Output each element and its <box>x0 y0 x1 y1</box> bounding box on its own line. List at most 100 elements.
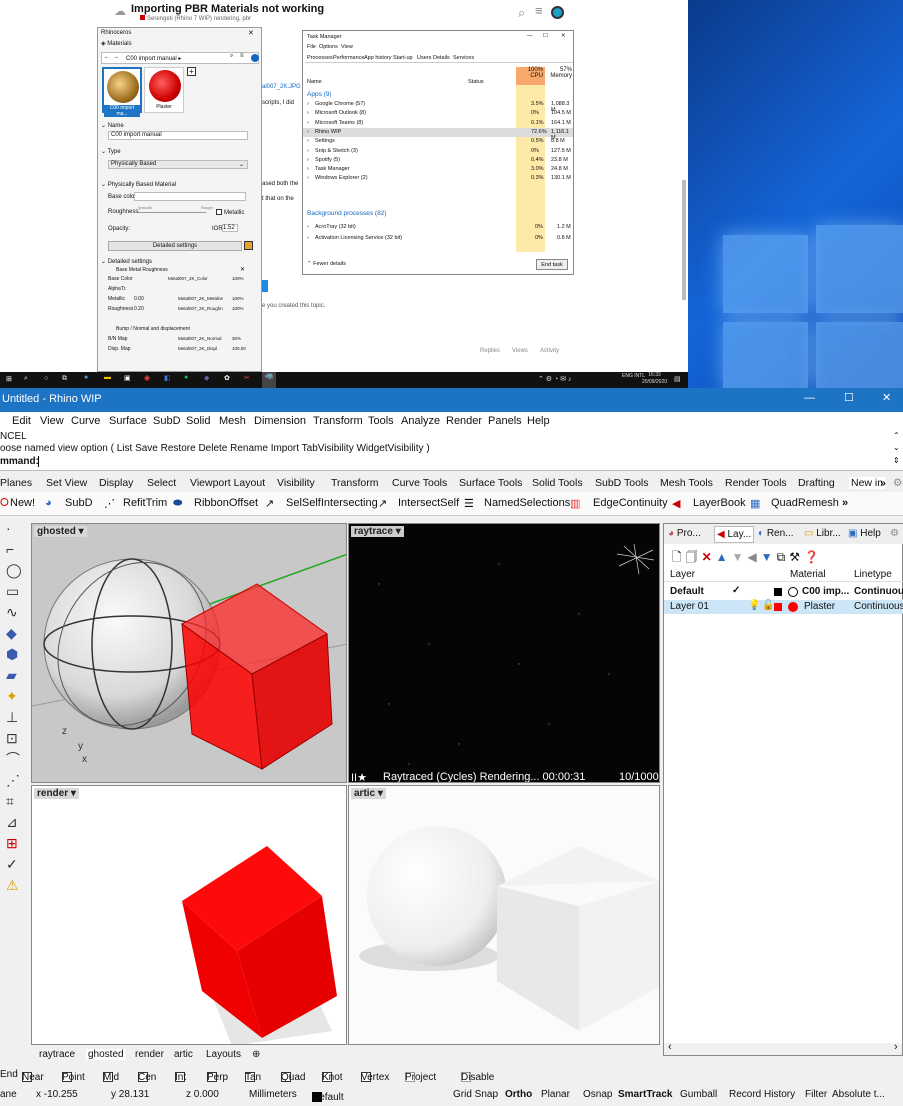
delete-layer-icon[interactable]: ✕ <box>702 550 716 564</box>
start-icon[interactable]: ⊞ <box>6 375 12 383</box>
polyline-icon[interactable]: ⌐ <box>6 539 31 560</box>
tool-namedselections[interactable]: NamedSelections <box>484 497 570 509</box>
menu-view[interactable]: View <box>40 415 64 427</box>
tab-mesh-tools[interactable]: Mesh Tools <box>660 477 713 489</box>
menu-icon[interactable]: ≡ <box>240 53 244 59</box>
page-scrollbar[interactable] <box>682 180 686 300</box>
viewport-artic[interactable]: artic ▾ <box>348 785 660 1045</box>
material-name-field[interactable]: C00 import manual <box>108 131 248 140</box>
tab-solid-tools[interactable]: Solid Tools <box>532 477 583 489</box>
move-parent-icon[interactable]: ◀ <box>748 550 761 564</box>
toggle-osnap[interactable]: Osnap <box>583 1089 612 1100</box>
lock-icon[interactable]: 🔓 <box>762 600 774 611</box>
surface-icon[interactable]: ◆ <box>6 623 31 644</box>
tab-visibility[interactable]: Visibility <box>277 477 315 489</box>
col-status[interactable]: Status <box>468 79 484 85</box>
viewport-label-artic[interactable]: artic ▾ <box>351 788 386 799</box>
absolute-tolerance[interactable]: Absolute t... <box>832 1089 885 1100</box>
osnap-end[interactable]: End <box>0 1069 18 1080</box>
tab-ghosted[interactable]: ghosted <box>86 1049 126 1060</box>
expand-icon[interactable]: › <box>307 175 309 181</box>
tab-libraries[interactable]: ▭ Libr... <box>804 528 841 539</box>
edge-icon[interactable]: ● <box>84 374 88 381</box>
menu-render[interactable]: Render <box>446 415 482 427</box>
rectangle-icon[interactable]: ▭ <box>6 581 31 602</box>
menu-dimension[interactable]: Dimension <box>254 415 306 427</box>
analyze-icon[interactable]: ⊿ <box>6 812 31 833</box>
help-icon[interactable] <box>251 54 259 62</box>
horizontal-scrollbar[interactable]: ‹ › <box>664 1041 902 1055</box>
outlook-icon[interactable]: ◧ <box>164 374 171 382</box>
expand-icon[interactable]: › <box>307 235 309 241</box>
menu-icon[interactable]: ≡ <box>535 3 543 18</box>
material-swatch[interactable] <box>788 587 798 597</box>
teams-icon[interactable]: ◆ <box>204 374 209 382</box>
list-item[interactable]: › Microsoft Teams (8) 0.1% 164.1 M <box>303 119 573 128</box>
end-task-button[interactable]: End task <box>536 259 568 270</box>
move-down-icon[interactable]: ▼ <box>732 550 748 564</box>
expand-icon[interactable]: › <box>307 224 309 230</box>
properties-icon[interactable]: ⚠ <box>6 875 31 896</box>
scroll-right-icon[interactable]: › <box>894 1041 898 1053</box>
viewport-ghosted[interactable]: zyx ghosted ▾ <box>31 523 347 783</box>
menu-surface[interactable]: Surface <box>109 415 147 427</box>
transform-icon[interactable]: ⊡ <box>6 728 31 749</box>
base-color-field[interactable] <box>134 192 246 201</box>
table-row[interactable]: Default ✓ C00 imp... Continuous <box>664 585 903 599</box>
menu-tools[interactable]: Tools <box>368 415 394 427</box>
move-up-icon[interactable]: ▲ <box>716 550 732 564</box>
viewport-label-render[interactable]: render ▾ <box>34 788 79 799</box>
tool-intersectself[interactable]: IntersectSelf <box>398 497 459 509</box>
solid-icon[interactable]: ⬢ <box>6 644 31 665</box>
user-avatar[interactable] <box>551 6 564 19</box>
type-section-header[interactable]: ⌄ Type <box>101 148 121 155</box>
tray-icons[interactable]: ⌃ ⚙ ◔ ✉ ♪ <box>538 375 572 383</box>
menu-solid[interactable]: Solid <box>186 415 210 427</box>
circle-icon[interactable]: ◯ <box>6 560 31 581</box>
pbm-section-header[interactable]: ⌄ Physically Based Material <box>101 181 176 188</box>
menu-transform[interactable]: Transform <box>313 415 363 427</box>
render-icon[interactable]: ⊞ <box>6 833 31 854</box>
check-icon[interactable]: ✓ <box>6 854 31 875</box>
maximize-icon[interactable]: ☐ <box>543 33 548 39</box>
expand-icon[interactable]: › <box>307 120 309 126</box>
point-icon[interactable]: · <box>6 518 31 539</box>
folder-icon[interactable] <box>244 241 253 250</box>
search-icon[interactable]: ⌕ <box>518 5 525 21</box>
add-material-button[interactable]: + <box>187 67 196 76</box>
viewport-label-ghosted[interactable]: ghosted ▾ <box>34 526 87 537</box>
expand-icon[interactable]: › <box>307 101 309 107</box>
curve-icon[interactable]: ∿ <box>6 602 31 623</box>
tab-render-tools[interactable]: Render Tools <box>725 477 787 489</box>
fillet-icon[interactable]: ⌒ <box>6 749 31 770</box>
menu-curve[interactable]: Curve <box>71 415 100 427</box>
layer-color-swatch[interactable] <box>774 603 782 611</box>
list-item[interactable]: › Google Chrome (57) 3.5% 1,088.3 M <box>303 100 573 113</box>
expand-icon[interactable]: ⇕ <box>893 456 900 465</box>
edit-points-icon[interactable]: ⋰ <box>6 770 31 791</box>
back-arrow-icon[interactable]: ← <box>104 54 110 60</box>
toggle-planar[interactable]: Planar <box>541 1089 570 1100</box>
tab-display[interactable]: Display <box>99 477 133 489</box>
tab-viewport-layout[interactable]: Viewport Layout <box>190 477 265 489</box>
scroll-left-icon[interactable]: ‹ <box>668 1041 672 1053</box>
help-icon[interactable]: ❓ <box>804 550 823 564</box>
fewer-details-link[interactable]: ⌃ Fewer details <box>307 261 346 267</box>
filter-icon[interactable]: ▼ <box>761 550 777 564</box>
name-section-header[interactable]: ⌄ Name <box>101 122 124 129</box>
rhino-taskbar-icon[interactable]: 🦏 <box>262 372 276 388</box>
forum-topic-title[interactable]: Importing PBR Materials not working <box>131 3 324 15</box>
toggle-filter[interactable]: Filter <box>805 1089 827 1100</box>
tab-artic[interactable]: artic <box>174 1049 193 1060</box>
tab-render[interactable]: render <box>135 1049 164 1060</box>
dimension-icon[interactable]: ⊥ <box>6 707 31 728</box>
mesh-icon[interactable]: ▰ <box>6 665 31 686</box>
task-view-icon[interactable]: ⧉ <box>62 375 67 383</box>
menu-mesh[interactable]: Mesh <box>219 415 246 427</box>
settings-icon[interactable]: ✿ <box>224 374 230 382</box>
units-label[interactable]: Millimeters <box>249 1089 297 1100</box>
gumball-icon[interactable]: ✦ <box>6 686 31 707</box>
toggle-smarttrack[interactable]: SmartTrack <box>618 1089 672 1100</box>
snip-icon[interactable]: ✂ <box>244 374 250 382</box>
list-item[interactable]: › AcroTray (32 bit) 0% 1.2 M <box>303 223 573 232</box>
